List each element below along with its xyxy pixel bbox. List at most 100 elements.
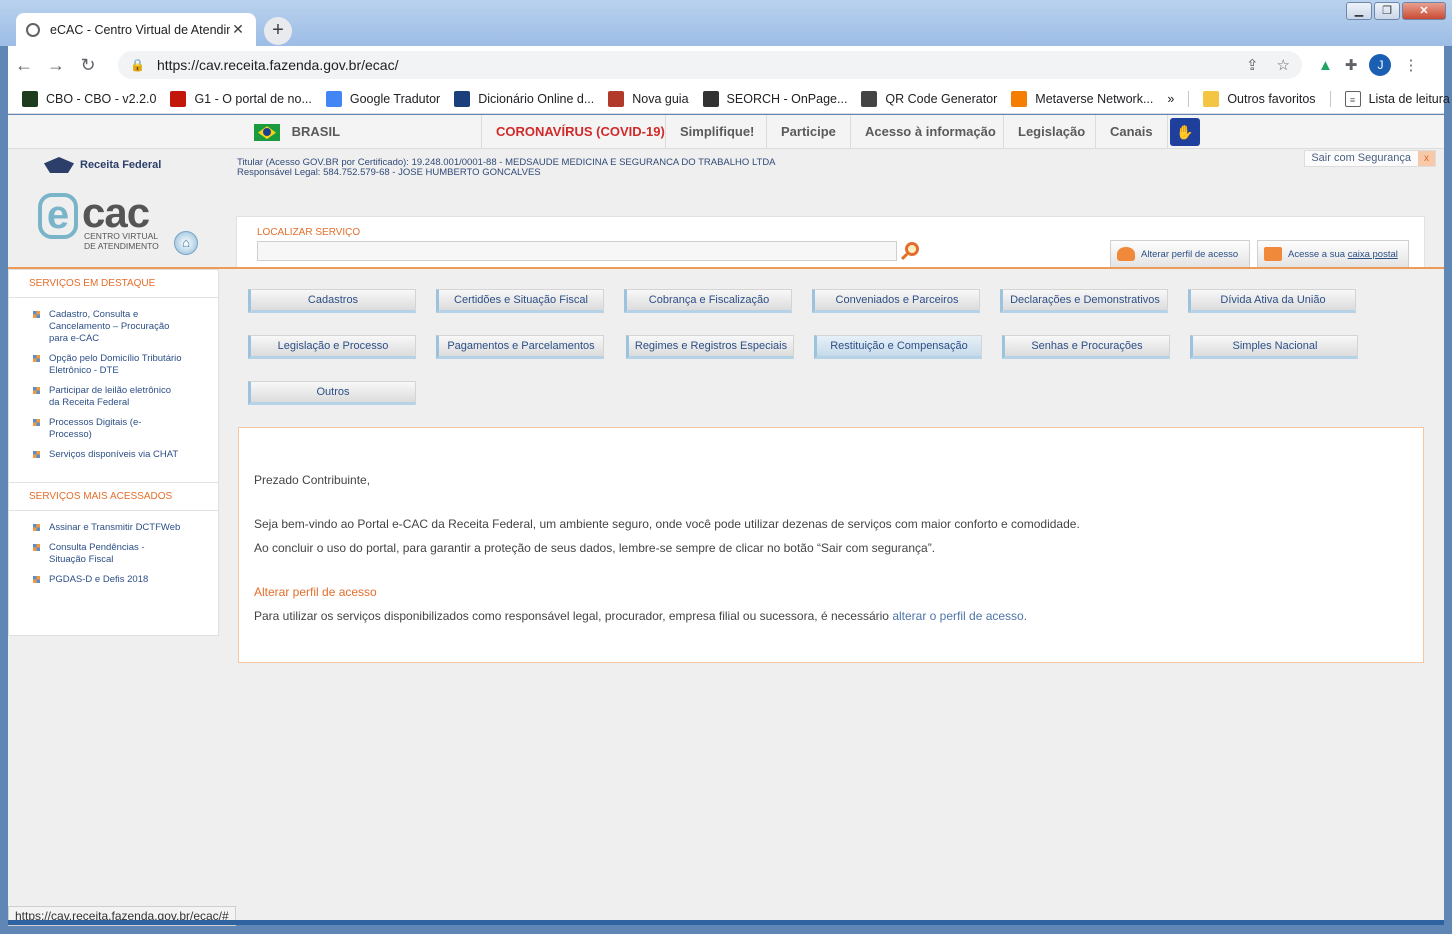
category-button[interactable]: Certidões e Situação Fiscal [436, 289, 604, 313]
envelope-icon [1264, 247, 1282, 261]
welcome-profile-sentence: Para utilizar os serviços disponibilizad… [254, 609, 889, 623]
close-window-button[interactable]: ✕ [1402, 2, 1446, 20]
sidebar-link-line: Serviços disponíveis via CHAT [49, 449, 179, 460]
drive-icon[interactable]: ▲ [1318, 57, 1333, 74]
bookmark-label: SEORCH - OnPage... [726, 91, 848, 106]
gov-acesso-informacao[interactable]: Acesso à informação [850, 115, 1010, 149]
gov-brasil[interactable]: BRASIL [240, 115, 363, 149]
blogger-icon [1011, 90, 1028, 107]
bookmark-label: G1 - O portal de no... [194, 91, 312, 106]
profile-avatar[interactable]: J [1369, 54, 1392, 76]
ecac-logo-e: e [38, 193, 78, 239]
gov-legislacao[interactable]: Legislação [1003, 115, 1099, 149]
bookmark-item[interactable]: G1 - O portal de no... [170, 90, 312, 107]
sidebar-link-text: Opção pelo Domicílio Tributário Eletrônic… [49, 353, 182, 377]
featured-services-list: Cadastro, Consulta e Cancelamento – Procu… [9, 298, 218, 474]
featured-services-title: SERVIÇOS EM DESTAQUE [9, 270, 218, 298]
sidebar-link[interactable]: Consulta Pendências - Situação Fiscal [9, 539, 218, 571]
category-button[interactable]: Senhas e Procurações [1002, 335, 1170, 359]
most-accessed-list: Assinar e Transmitir DCTFWeb Consulta Pen… [9, 511, 218, 599]
category-button[interactable]: Outros [248, 381, 416, 405]
responsavel-text: Responsável Legal: 584.752.579-68 - JOSE… [237, 167, 541, 178]
bookmark-star-icon[interactable]: ☆ [1277, 56, 1290, 74]
maximize-button[interactable]: ❐ [1374, 2, 1400, 20]
sidebar-link[interactable]: Serviços disponíveis via CHAT [9, 446, 218, 466]
bookmarks-right: » Outros favoritos ≡ Lista de leitura [1153, 90, 1452, 107]
sidebar-link[interactable]: Processos Digitais (e- Processo) [9, 414, 218, 446]
bookmark-item[interactable]: SEORCH - OnPage... [702, 90, 848, 107]
ecac-subtitle-line2: DE ATENDIMENTO [84, 241, 159, 251]
mailbox-button[interactable]: Acesse a sua caixa postal [1257, 240, 1409, 268]
bookmark-item[interactable]: CBO - CBO - v2.2.0 [22, 90, 156, 107]
logout-x-icon[interactable]: x [1418, 151, 1435, 166]
sidebar-link-line: Eletrônico - DTE [49, 365, 119, 376]
search-magnifier-icon[interactable] [905, 242, 919, 256]
sidebar-link[interactable]: Cadastro, Consulta e Cancelamento – Procu… [9, 306, 218, 350]
sign-language-icon[interactable]: ✋ [1170, 118, 1200, 146]
mailbox-link[interactable]: caixa postal [1348, 249, 1398, 260]
bookmark-label: Nova guia [632, 91, 689, 106]
menu-kebab-icon[interactable]: ⋮ [1403, 56, 1418, 74]
forward-arrow-icon[interactable]: → [40, 55, 72, 76]
sidebar-link[interactable]: Opção pelo Domicílio Tributário Eletrônic… [9, 350, 218, 382]
welcome-panel: Prezado Contribuinte, Seja bem-vindo ao … [238, 427, 1424, 663]
category-button[interactable]: Pagamentos e Parcelamentos [436, 335, 604, 359]
change-profile-button[interactable]: Alterar perfil de acesso [1110, 240, 1250, 268]
sidebar-link[interactable]: Participar de leilão eletrônico da Receit… [9, 382, 218, 414]
bookmark-item[interactable]: Nova guia [608, 90, 689, 107]
sidebar-link[interactable]: Assinar e Transmitir DCTFWeb [9, 519, 218, 539]
bookmarks-more[interactable]: » [1167, 92, 1174, 106]
close-tab-icon[interactable]: ✕ [230, 21, 246, 38]
butterfly-icon [608, 90, 625, 107]
category-button[interactable]: Cobrança e Fiscalização [624, 289, 792, 313]
bullet-icon [33, 544, 40, 551]
url-text[interactable]: https://cav.receita.fazenda.gov.br/ecac/ [157, 57, 399, 73]
people-icon [1117, 247, 1135, 261]
logout-button[interactable]: Sair com Segurança x [1304, 150, 1436, 167]
category-button[interactable]: Dívida Ativa da União [1188, 289, 1356, 313]
minimize-button[interactable]: ▁ [1346, 2, 1372, 20]
ecac-logo[interactable]: e cac CENTRO VIRTUAL DE ATENDIMENTO [38, 189, 188, 255]
bookmark-item[interactable]: Google Tradutor [325, 90, 440, 107]
category-button[interactable]: Legislação e Processo [248, 335, 416, 359]
browser-tab[interactable]: eCAC - Centro Virtual de Atendimento ✕ [16, 13, 256, 46]
lock-icon[interactable]: 🔒 [130, 58, 145, 72]
category-button[interactable]: Simples Nacional [1190, 335, 1358, 359]
bookmark-item[interactable]: QR Code Generator [861, 90, 997, 107]
address-bar[interactable]: 🔒 https://cav.receita.fazenda.gov.br/eca… [118, 51, 1302, 79]
bullet-icon [33, 311, 40, 318]
gov-canais[interactable]: Canais [1095, 115, 1168, 149]
sidebar-link[interactable]: PGDAS-D e Defis 2018 [9, 571, 218, 591]
extensions-puzzle-icon[interactable]: ✚ [1345, 56, 1358, 74]
category-button[interactable]: Declarações e Demonstrativos [1000, 289, 1168, 313]
category-button[interactable]: Restituição e Compensação [814, 335, 982, 359]
service-search-area: LOCALIZAR SERVIÇO Alterar perfil de aces… [236, 216, 1425, 268]
g1-icon [170, 90, 187, 107]
window-titlebar: eCAC - Centro Virtual de Atendimento ✕ +… [0, 0, 1452, 46]
change-profile-link[interactable]: alterar o perfil de acesso. [892, 609, 1027, 623]
category-button[interactable]: Cadastros [248, 289, 416, 313]
bookmark-item[interactable]: Dicionário Online d... [454, 90, 594, 107]
welcome-greeting: Prezado Contribuinte, [254, 473, 371, 487]
user-info: Titular (Acesso GOV.BR por Certificado):… [237, 158, 776, 178]
other-favorites[interactable]: Outros favoritos [1203, 90, 1316, 107]
service-search-input[interactable] [257, 241, 897, 261]
bookmark-item[interactable]: Metaverse Network... [1011, 90, 1153, 107]
category-button[interactable]: Conveniados e Parceiros [812, 289, 980, 313]
sidebar-link-line: Situação Fiscal [49, 554, 114, 565]
gov-covid[interactable]: CORONAVÍRUS (COVID-19) [481, 115, 679, 149]
reading-list[interactable]: ≡ Lista de leitura [1344, 90, 1450, 107]
reload-icon[interactable]: ↻ [72, 55, 104, 76]
other-favorites-label: Outros favoritos [1227, 91, 1316, 106]
bullet-icon [33, 419, 40, 426]
receita-federal-logo[interactable]: Receita Federal [44, 157, 161, 173]
welcome-profile-text: Para utilizar os serviços disponibilizad… [254, 609, 1027, 623]
reading-list-icon: ≡ [1344, 90, 1361, 107]
gov-participe[interactable]: Participe [766, 115, 850, 149]
share-icon[interactable]: ⇪ [1246, 56, 1259, 74]
new-tab-button[interactable]: + [264, 17, 292, 45]
gov-simplifique[interactable]: Simplifique! [665, 115, 768, 149]
back-arrow-icon[interactable]: ← [8, 55, 40, 76]
home-icon[interactable]: ⌂ [174, 231, 198, 255]
category-button[interactable]: Regimes e Registros Especiais [626, 335, 794, 359]
